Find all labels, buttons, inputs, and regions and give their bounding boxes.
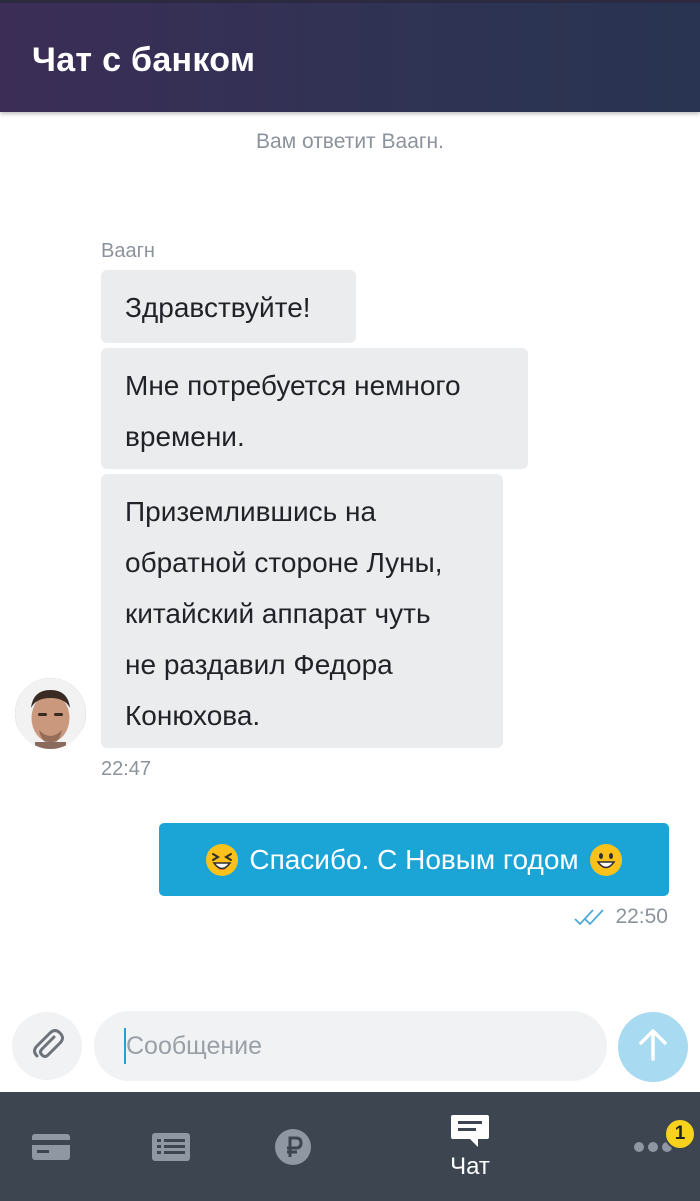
arrow-up-icon: [635, 1027, 671, 1068]
ruble-icon: [274, 1128, 312, 1166]
message-input[interactable]: [94, 1011, 607, 1081]
nav-item-history[interactable]: [140, 1092, 202, 1201]
incoming-message[interactable]: Приземлившись на обратной стороне Луны, …: [101, 474, 503, 748]
operator-assigned-note: Вам ответит Ваагн.: [256, 130, 444, 153]
card-icon: [31, 1132, 71, 1162]
sender-name: Ваагн: [101, 240, 155, 262]
nav-label-chat: Чат: [450, 1152, 490, 1180]
outgoing-timestamp: 22:50: [615, 905, 668, 928]
send-button[interactable]: [618, 1012, 688, 1082]
paperclip-icon: [27, 1024, 67, 1069]
message-text: Приземлившись на обратной стороне Луны, …: [125, 496, 443, 731]
app-header: Чат с банком: [0, 0, 700, 112]
laughing-emoji-icon: [205, 843, 239, 877]
incoming-timestamp: 22:47: [101, 758, 152, 780]
nav-item-chat[interactable]: Чат: [430, 1092, 510, 1201]
incoming-message[interactable]: Здравствуйте!: [101, 270, 356, 343]
message-text: Здравствуйте!: [125, 292, 311, 323]
notification-badge: 1: [664, 1118, 696, 1150]
operator-avatar[interactable]: [15, 678, 86, 749]
incoming-message[interactable]: Мне потребуется немного времени.: [101, 348, 528, 469]
message-text: Мне потребуется немного времени.: [125, 370, 461, 452]
list-icon: [151, 1132, 191, 1162]
chat-icon: [450, 1113, 490, 1149]
bottom-navigation: Чат: [0, 1092, 700, 1201]
outgoing-message[interactable]: Спасибо. С Новым годом: [159, 823, 669, 896]
smiling-emoji-icon: [589, 843, 623, 877]
nav-item-cards[interactable]: [20, 1092, 82, 1201]
double-check-icon: [573, 907, 607, 927]
attach-button[interactable]: [12, 1012, 82, 1080]
nav-item-payments[interactable]: [262, 1092, 324, 1201]
text-cursor: [124, 1028, 126, 1064]
outgoing-status: 22:50: [573, 905, 668, 929]
message-text: Спасибо. С Новым годом: [249, 843, 579, 875]
page-title: Чат с банком: [32, 41, 256, 79]
